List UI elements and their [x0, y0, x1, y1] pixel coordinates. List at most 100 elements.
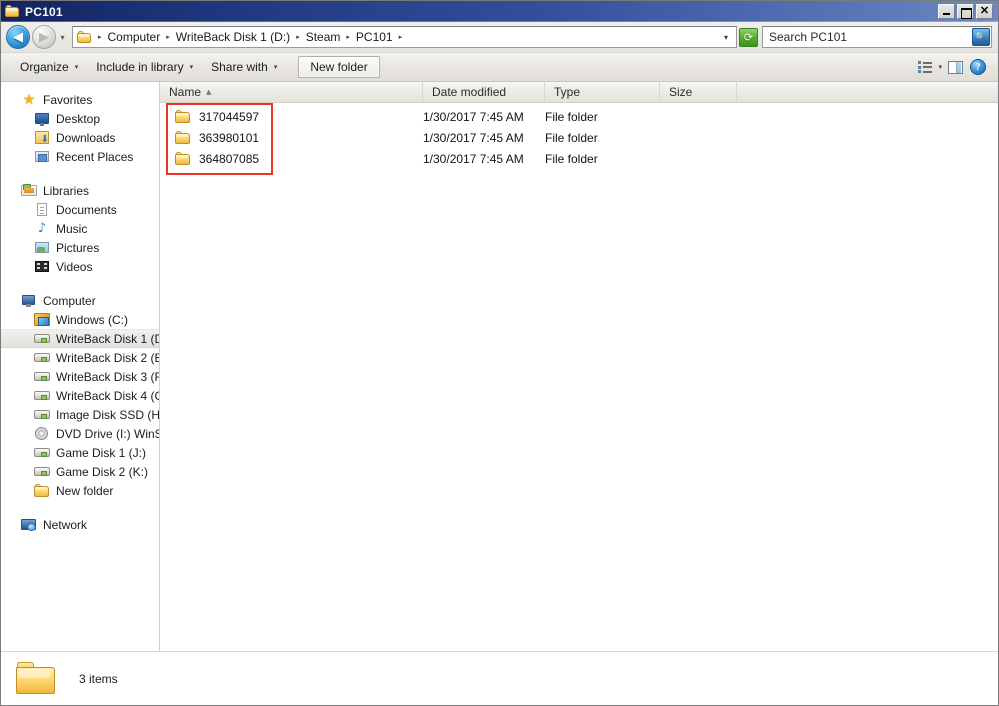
- folder-icon: [5, 5, 20, 19]
- include-in-library-button[interactable]: Include in library ▾: [87, 56, 202, 78]
- column-label-date-modified: Date modified: [432, 85, 507, 99]
- sidebar-item-computer[interactable]: Computer: [1, 291, 159, 310]
- breadcrumb[interactable]: ▸ Computer ▸ WriteBack Disk 1 (D:) ▸ Ste…: [72, 26, 737, 48]
- sidebar-label-downloads: Downloads: [56, 130, 116, 145]
- file-name-cell[interactable]: 317044597: [160, 109, 423, 124]
- organize-button[interactable]: Organize ▾: [11, 56, 87, 78]
- downloads-icon: [34, 130, 50, 145]
- sidebar-label-pictures: Pictures: [56, 240, 100, 255]
- breadcrumb-item-pc101[interactable]: PC101: [355, 29, 394, 45]
- minimize-button[interactable]: [938, 4, 955, 19]
- column-header-name[interactable]: Name ▲: [160, 82, 423, 102]
- sidebar-item-dvd-drive[interactable]: DVD Drive (I:) WinSup: [1, 424, 159, 443]
- sidebar-item-windows-c[interactable]: Windows (C:): [1, 310, 159, 329]
- sidebar-item-game-disk-1[interactable]: Game Disk 1 (J:): [1, 443, 159, 462]
- sidebar-item-network[interactable]: Network: [1, 515, 159, 534]
- file-type-cell: File folder: [545, 151, 598, 166]
- help-icon[interactable]: ?: [968, 57, 988, 77]
- refresh-button[interactable]: ⟳: [739, 27, 758, 47]
- sidebar-item-writeback-disk-2[interactable]: WriteBack Disk 2 (E:): [1, 348, 159, 367]
- file-name-label: 363980101: [199, 130, 260, 145]
- search-input[interactable]: Search PC101 🔍: [762, 26, 992, 48]
- sidebar-item-pictures[interactable]: Pictures: [1, 238, 159, 257]
- column-header-type[interactable]: Type: [545, 82, 660, 102]
- folder-icon: [77, 30, 92, 44]
- nav-group-computer: Computer Windows (C:) WriteBack Disk 1 (…: [1, 291, 159, 500]
- sidebar-item-image-disk-ssd[interactable]: Image Disk SSD (H:): [1, 405, 159, 424]
- table-row[interactable]: 317044597 1/30/2017 7:45 AM File folder: [160, 106, 998, 127]
- table-row[interactable]: 364807085 1/30/2017 7:45 AM File folder: [160, 148, 998, 169]
- sidebar-item-downloads[interactable]: Downloads: [1, 128, 159, 147]
- sidebar-item-game-disk-2[interactable]: Game Disk 2 (K:): [1, 462, 159, 481]
- recent-places-icon: [34, 149, 50, 164]
- documents-icon: [34, 202, 50, 217]
- sidebar-item-favorites[interactable]: ★ Favorites: [1, 90, 159, 109]
- file-name-cell[interactable]: 363980101: [160, 130, 423, 145]
- sidebar-label-desktop: Desktop: [56, 111, 101, 126]
- column-label-size: Size: [669, 85, 693, 99]
- file-type-cell: File folder: [545, 130, 598, 145]
- command-toolbar: Organize ▾ Include in library ▾ Share wi…: [1, 53, 998, 82]
- music-icon: ♪: [37, 221, 47, 236]
- sidebar-item-writeback-disk-3[interactable]: WriteBack Disk 3 (F:): [1, 367, 159, 386]
- drive-icon: [34, 445, 50, 460]
- maximize-button[interactable]: [957, 4, 974, 19]
- nav-group-libraries: Libraries Documents ♪ Music Pictures Vid…: [1, 181, 159, 276]
- new-folder-button[interactable]: New folder: [298, 56, 380, 78]
- pictures-icon: [34, 240, 50, 255]
- sidebar-item-writeback-disk-4[interactable]: WriteBack Disk 4 (G:): [1, 386, 159, 405]
- sidebar-item-libraries[interactable]: Libraries: [1, 181, 159, 200]
- breadcrumb-item-computer[interactable]: Computer: [107, 29, 162, 45]
- network-icon: [21, 517, 37, 532]
- sidebar-item-desktop[interactable]: Desktop: [1, 109, 159, 128]
- sidebar-item-writeback-disk-1[interactable]: WriteBack Disk 1 (D:): [1, 329, 159, 348]
- preview-pane-icon[interactable]: [945, 57, 965, 77]
- back-button[interactable]: ◀: [6, 25, 30, 49]
- navigation-pane[interactable]: ★ Favorites Desktop Downloads Recent Pla…: [1, 82, 160, 651]
- folder-icon: [175, 130, 191, 145]
- sidebar-label-windows-c: Windows (C:): [56, 312, 129, 327]
- column-label-name: Name: [169, 85, 202, 99]
- sidebar-label-music: Music: [56, 221, 88, 236]
- address-dropdown-icon[interactable]: ▾: [720, 33, 734, 42]
- sidebar-label-computer: Computer: [43, 293, 96, 308]
- search-icon[interactable]: 🔍: [972, 28, 990, 46]
- sidebar-item-new-folder[interactable]: New folder: [1, 481, 159, 500]
- chevron-right-icon[interactable]: ▸: [161, 33, 175, 41]
- folder-icon: [175, 109, 191, 124]
- computer-icon: [21, 293, 37, 308]
- window-title: PC101: [25, 4, 63, 19]
- drive-icon: [34, 464, 50, 479]
- file-date-cell: 1/30/2017 7:45 AM: [423, 151, 524, 166]
- view-options-icon[interactable]: [915, 57, 935, 77]
- recent-pages-dropdown[interactable]: ▾: [56, 25, 69, 49]
- file-name-cell[interactable]: 364807085: [160, 151, 423, 166]
- column-header-filler: [737, 82, 998, 102]
- chevron-right-icon[interactable]: ▸: [93, 33, 107, 41]
- breadcrumb-item-steam[interactable]: Steam: [305, 29, 342, 45]
- share-with-button[interactable]: Share with ▾: [202, 56, 286, 78]
- nav-group-favorites: ★ Favorites Desktop Downloads Recent Pla…: [1, 90, 159, 166]
- sidebar-item-music[interactable]: ♪ Music: [1, 219, 159, 238]
- view-dropdown-icon[interactable]: ▾: [938, 63, 942, 71]
- chevron-right-icon[interactable]: ▸: [394, 33, 408, 41]
- forward-button[interactable]: ▶: [32, 25, 56, 49]
- status-bar: 3 items: [1, 651, 998, 705]
- sidebar-label-dvd-drive: DVD Drive (I:) WinSup: [56, 426, 159, 441]
- sidebar-item-documents[interactable]: Documents: [1, 200, 159, 219]
- sidebar-label-documents: Documents: [56, 202, 117, 217]
- column-header-size[interactable]: Size: [660, 82, 737, 102]
- sidebar-item-videos[interactable]: Videos: [1, 257, 159, 276]
- chevron-right-icon[interactable]: ▸: [341, 33, 355, 41]
- videos-icon: [34, 259, 50, 274]
- column-header-date-modified[interactable]: Date modified: [423, 82, 545, 102]
- table-row[interactable]: 363980101 1/30/2017 7:45 AM File folder: [160, 127, 998, 148]
- chevron-right-icon[interactable]: ▸: [291, 33, 305, 41]
- breadcrumb-item-writeback-disk-1[interactable]: WriteBack Disk 1 (D:): [175, 29, 291, 45]
- sidebar-item-recent-places[interactable]: Recent Places: [1, 147, 159, 166]
- file-name-label: 364807085: [199, 151, 260, 166]
- file-type-cell: File folder: [545, 109, 598, 124]
- close-button[interactable]: ✕: [976, 4, 993, 19]
- sidebar-label-new-folder: New folder: [56, 483, 114, 498]
